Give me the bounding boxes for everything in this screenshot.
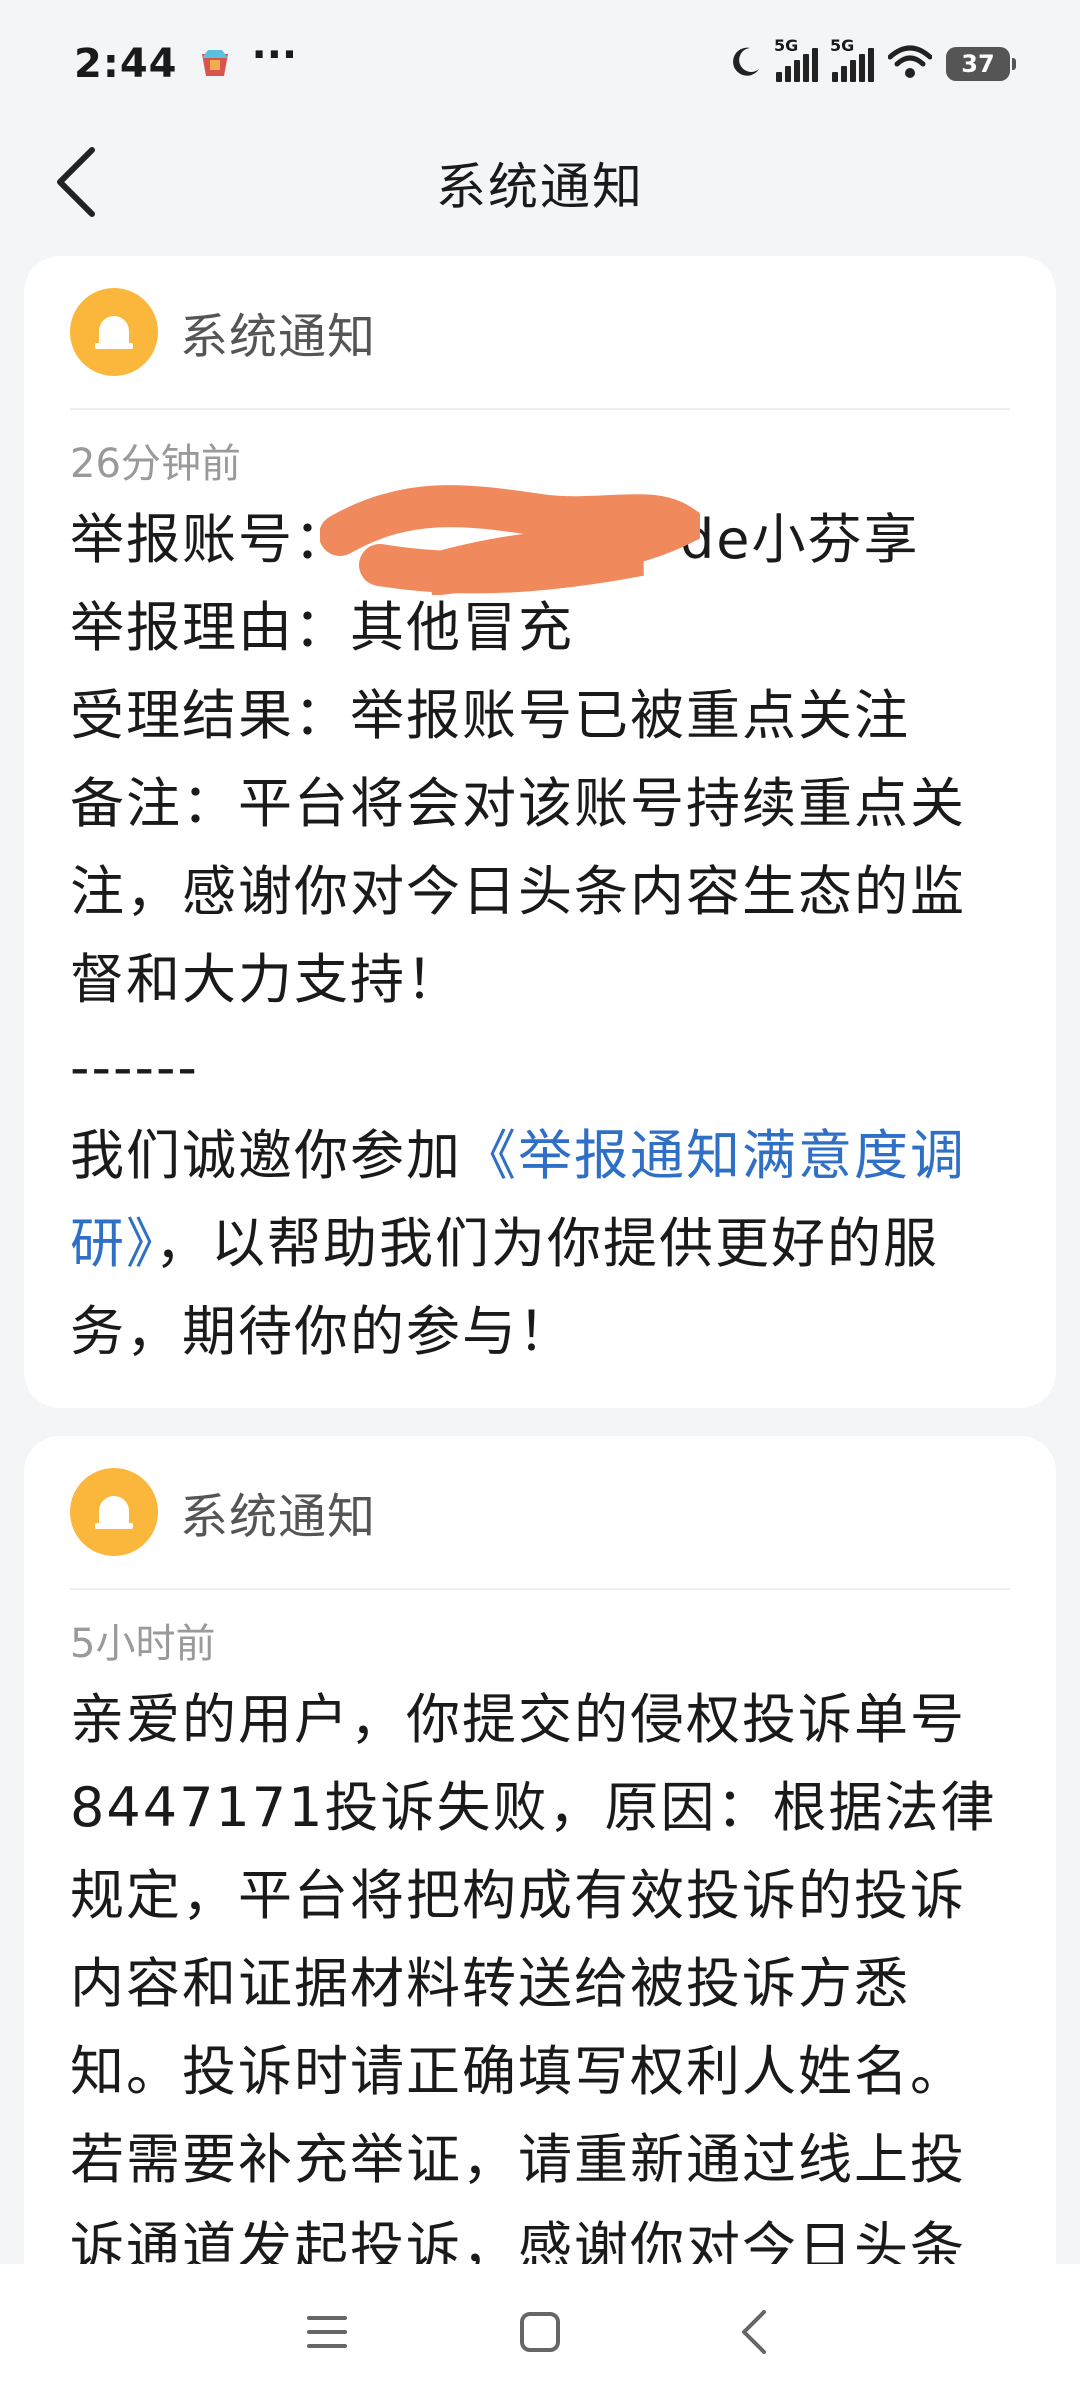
back-arrow-icon bbox=[57, 147, 95, 217]
wifi-icon bbox=[887, 45, 933, 83]
menu-button[interactable] bbox=[287, 2292, 367, 2372]
report-reason: 举报理由：其他冒充 bbox=[70, 596, 574, 659]
back-icon bbox=[742, 2310, 767, 2354]
status-bar: 2:44 ··· 5G 5G 37 bbox=[0, 0, 1080, 128]
notification-sender: 系统通知 bbox=[180, 309, 377, 365]
more-notifications-indicator: ··· bbox=[251, 32, 298, 78]
report-result: 受理结果：举报账号已被重点关注 bbox=[70, 684, 910, 747]
bell-icon bbox=[70, 1468, 158, 1556]
reported-account-visible: de小芬享 bbox=[680, 508, 920, 571]
network-type-1: 5G bbox=[774, 36, 799, 55]
notification-sender: 系统通知 bbox=[180, 1489, 377, 1545]
notification-time: 5小时前 bbox=[70, 1621, 216, 1667]
divider-text: ------ bbox=[70, 1036, 199, 1099]
system-navigation-bar bbox=[0, 2264, 1080, 2400]
back-button[interactable] bbox=[40, 146, 112, 218]
top-navigation-bar: 系统通知 bbox=[0, 128, 1080, 238]
menu-icon bbox=[306, 2316, 347, 2348]
page-title: 系统通知 bbox=[436, 158, 644, 216]
bell-icon bbox=[70, 288, 158, 376]
status-time: 2:44 bbox=[74, 41, 178, 87]
invite-prefix: 我们诚邀你参加 bbox=[70, 1124, 462, 1187]
invite-suffix: ，以帮助我们为你提供更好的服务，期待你的参与！ bbox=[70, 1212, 939, 1363]
home-button[interactable] bbox=[500, 2292, 580, 2372]
app-notification-icon bbox=[196, 46, 234, 82]
status-right: 5G 5G 37 bbox=[728, 36, 1016, 83]
signal-icon-sim2: 5G bbox=[830, 36, 874, 82]
report-note: 备注：平台将会对该账号持续重点关注，感谢你对今日头条内容生态的监督和大力支持！ bbox=[70, 772, 966, 1011]
reported-account-line: 举报账号： de小芬享 bbox=[70, 485, 1010, 596]
notification-body: 举报账号： de小芬享 举报理由：其他冒充 受理结果：举报账号已被重点关注 备注：… bbox=[70, 485, 1010, 1376]
notification-header: 系统通知 bbox=[70, 1436, 1010, 1590]
redacted-scribble bbox=[320, 485, 700, 596]
notification-card[interactable]: 系统通知 26分钟前 举报账号： de小芬享 举报理由：其他冒充 受理结果：举报账… bbox=[24, 256, 1056, 1408]
battery-icon: 37 bbox=[946, 47, 1016, 81]
signal-icon-sim1: 5G bbox=[774, 36, 818, 82]
reported-account-label: 举报账号： bbox=[70, 508, 350, 571]
status-left: 2:44 ··· bbox=[74, 35, 297, 87]
notification-card[interactable]: 系统通知 5小时前 亲爱的用户，你提交的侵权投诉单号8447171投诉失败，原因… bbox=[24, 1436, 1056, 2400]
system-back-button[interactable] bbox=[713, 2292, 793, 2372]
moon-icon bbox=[728, 45, 762, 83]
notification-header: 系统通知 bbox=[70, 256, 1010, 410]
notification-body: 亲爱的用户，你提交的侵权投诉单号8447171投诉失败，原因：根据法律规定，平台… bbox=[70, 1688, 997, 2279]
survey-invitation: 我们诚邀你参加《举报通知满意度调研》，以帮助我们为你提供更好的服务，期待你的参与… bbox=[70, 1112, 1010, 1376]
network-type-2: 5G bbox=[830, 36, 855, 55]
home-icon bbox=[519, 2312, 560, 2352]
